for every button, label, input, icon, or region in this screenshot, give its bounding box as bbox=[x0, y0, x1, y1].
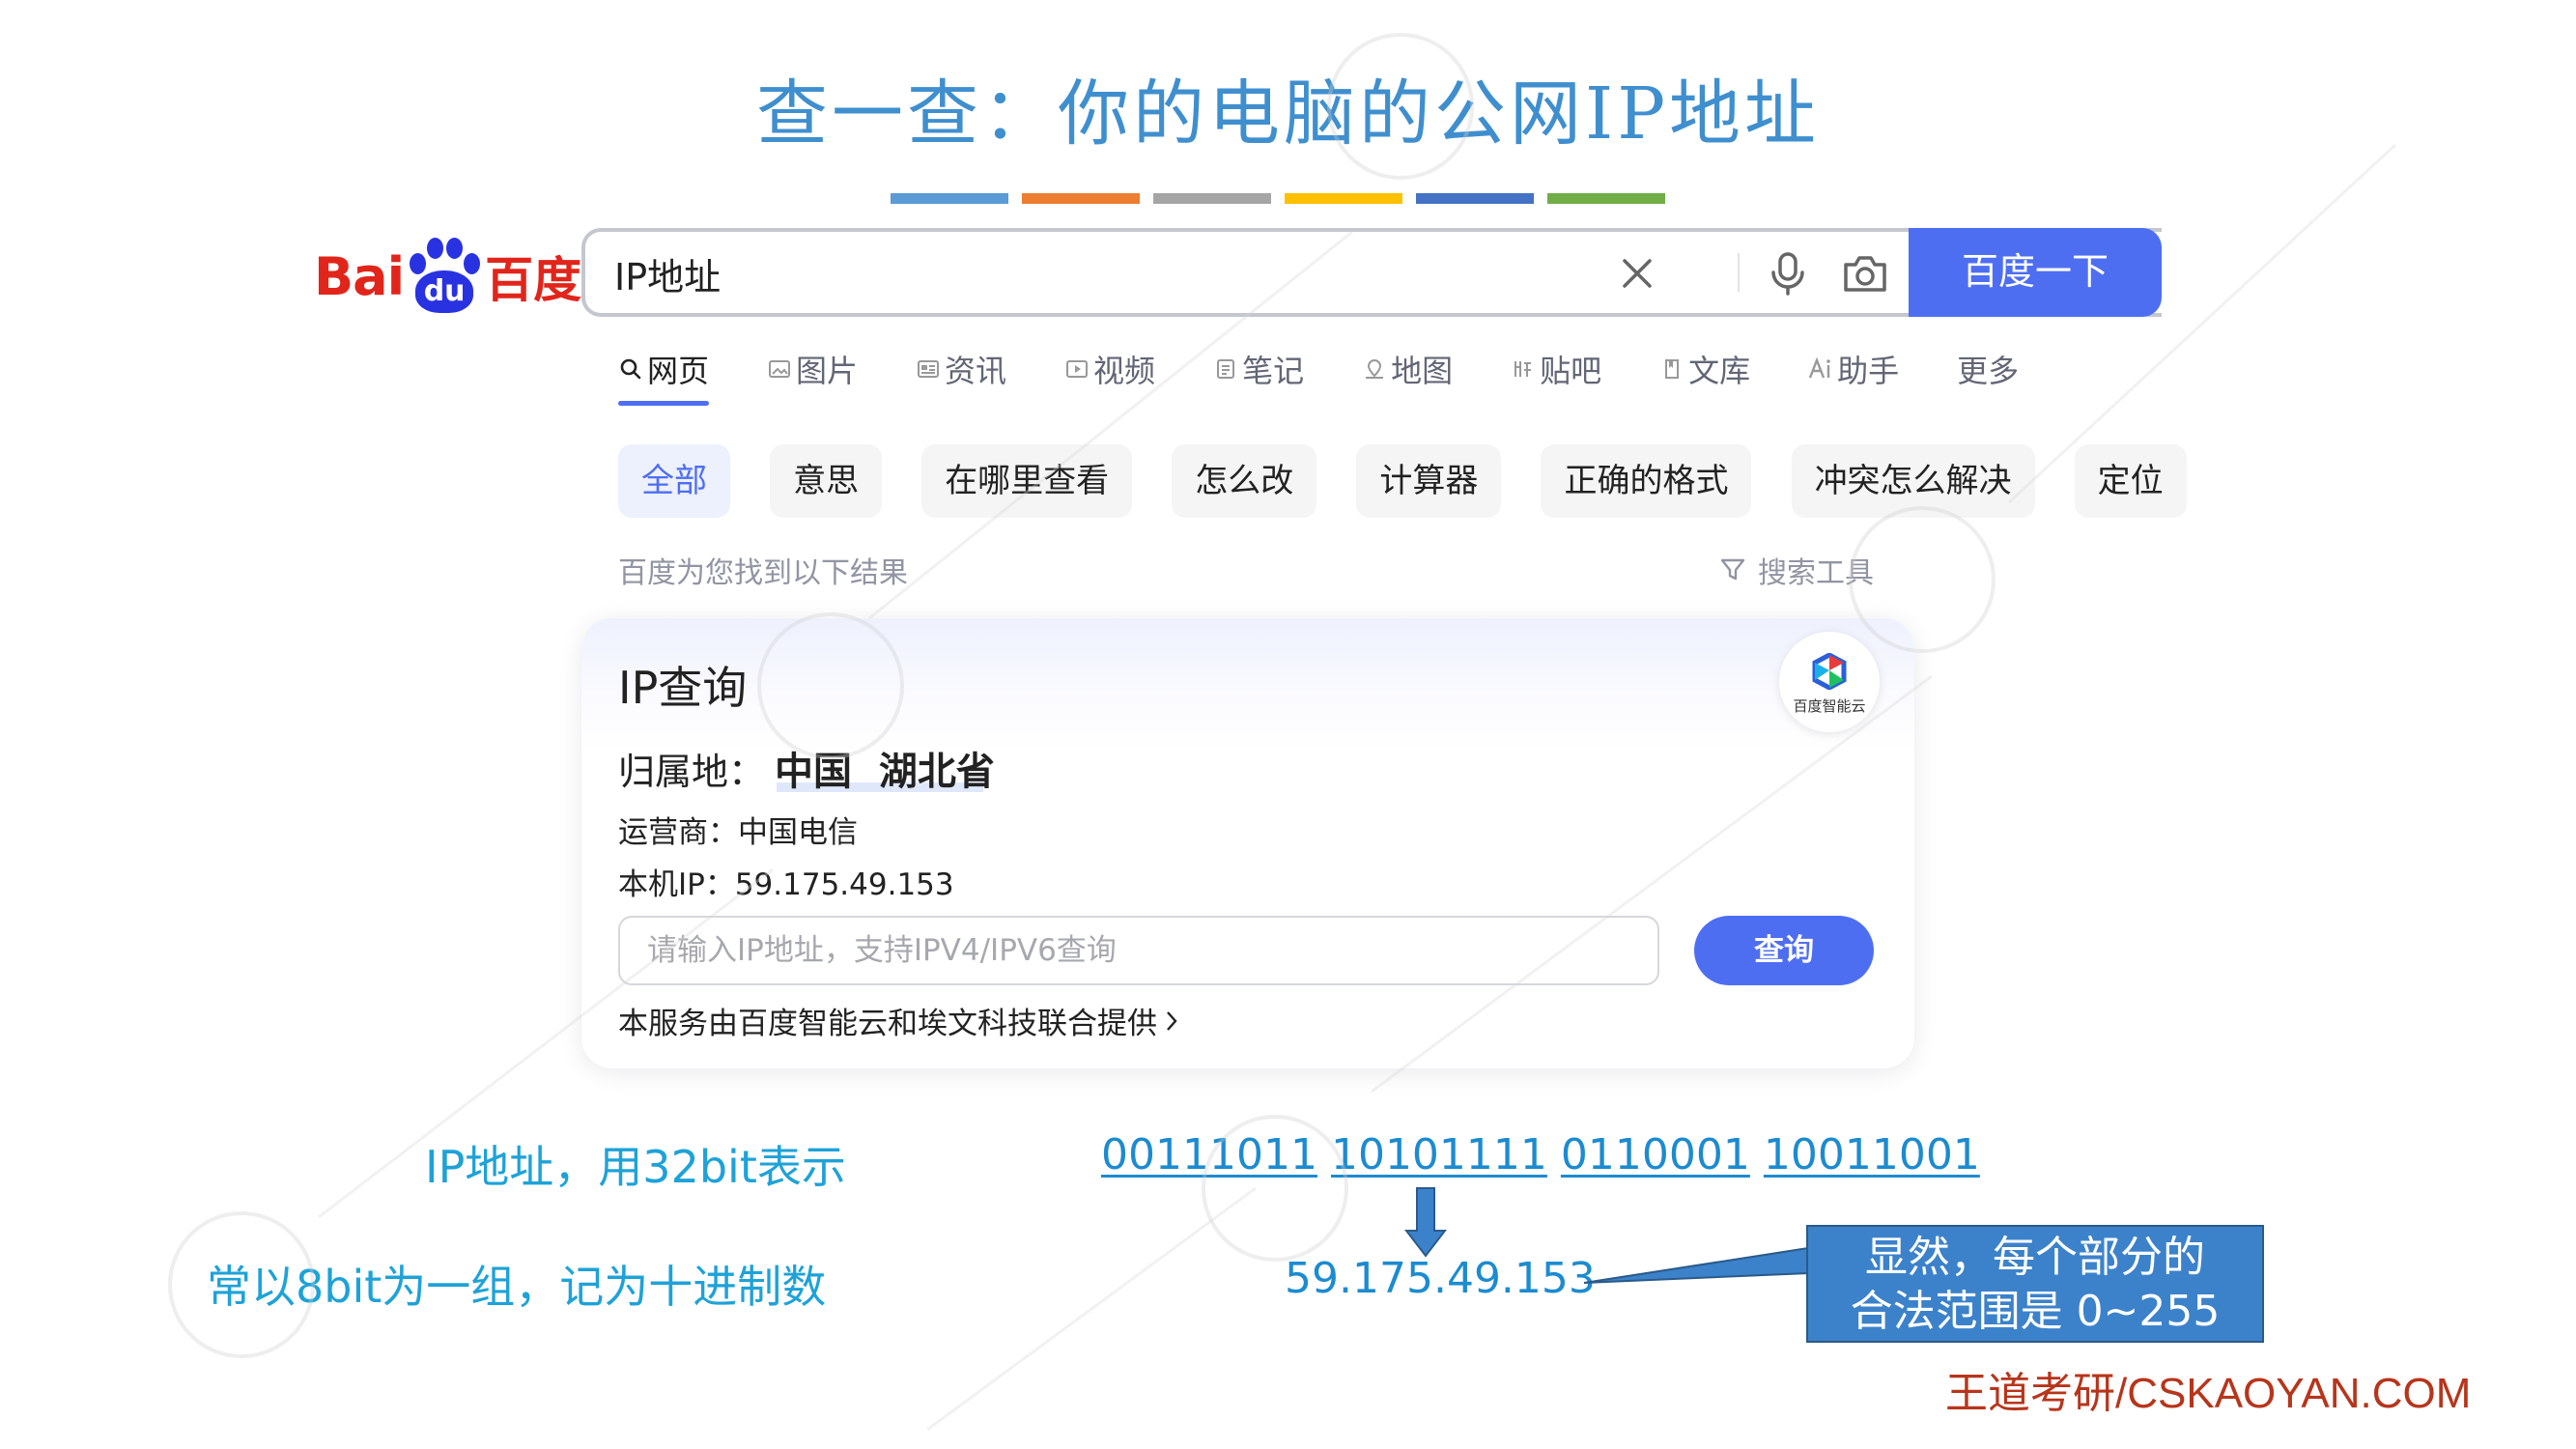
microphone-icon[interactable] bbox=[1764, 249, 1812, 298]
tab-label: 网页 bbox=[647, 353, 710, 389]
range-callout: 显然，每个部分的 合法范围是 0~255 bbox=[1806, 1225, 2264, 1343]
down-arrow-icon bbox=[1404, 1187, 1447, 1258]
tab-notes[interactable]: 笔记 bbox=[1213, 346, 1304, 392]
tab-images[interactable]: 图片 bbox=[767, 346, 858, 392]
tab-map[interactable]: 地图 bbox=[1362, 346, 1453, 392]
tab-assistant[interactable]: 助手 bbox=[1808, 346, 1899, 392]
callout-line1: 显然，每个部分的 bbox=[1865, 1233, 2205, 1282]
tab-video[interactable]: 视频 bbox=[1064, 346, 1155, 392]
accent-bar bbox=[1022, 193, 1140, 204]
binary-octet: 10101111 bbox=[1330, 1130, 1547, 1179]
accent-bar bbox=[1416, 193, 1534, 204]
note-icon bbox=[1213, 356, 1238, 382]
accent-bar bbox=[1547, 193, 1665, 204]
tab-web[interactable]: 网页 bbox=[618, 346, 710, 406]
accent-bar bbox=[1285, 193, 1402, 204]
search-divider bbox=[1738, 253, 1740, 292]
logo-bai: Bai bbox=[314, 245, 405, 307]
accent-bar bbox=[1153, 193, 1271, 204]
binary-octet: 10011001 bbox=[1763, 1130, 1980, 1179]
baidu-logo[interactable]: Bai du 百度 bbox=[314, 236, 581, 317]
search-icon bbox=[618, 356, 643, 382]
tab-label: 地图 bbox=[1391, 353, 1454, 389]
paw-icon: du bbox=[406, 236, 483, 317]
search-button[interactable]: 百度一下 bbox=[1909, 228, 2162, 317]
tab-tieba[interactable]: 贴吧 bbox=[1511, 346, 1601, 392]
close-icon[interactable] bbox=[1613, 249, 1661, 298]
tab-label: 视频 bbox=[1093, 353, 1156, 389]
doc-icon bbox=[1659, 356, 1684, 382]
result-count: 百度为您找到以下结果 bbox=[618, 556, 908, 590]
query-button[interactable]: 查询 bbox=[1694, 916, 1874, 985]
tab-label: 资讯 bbox=[945, 353, 1007, 389]
card-header-glow bbox=[581, 618, 1914, 753]
accent-bar bbox=[891, 193, 1008, 204]
ip-query-card: IP查询 百度智能云 归属地： 中国 湖北省 运营商：中国电信 本机IP：59.… bbox=[581, 618, 1914, 1068]
binary-octet: 00111011 bbox=[1101, 1130, 1317, 1179]
provider-link[interactable]: 本服务由百度智能云和埃文科技联合提供 bbox=[618, 999, 1178, 1042]
camera-icon[interactable] bbox=[1841, 249, 1889, 298]
tab-more[interactable]: 更多 bbox=[1957, 346, 2019, 392]
chevron-right-icon bbox=[1165, 1009, 1178, 1033]
tab-label: 文库 bbox=[1688, 353, 1751, 389]
tab-label: 更多 bbox=[1957, 353, 2020, 389]
chip[interactable]: 计算器 bbox=[1356, 444, 1502, 518]
news-icon bbox=[916, 356, 941, 382]
brand-footer: 王道考研/CSKAOYAN.COM bbox=[1945, 1370, 2472, 1417]
note-groups: 常以8bit为一组，记为十进制数 bbox=[207, 1261, 827, 1313]
video-icon bbox=[1064, 356, 1090, 382]
slide-title: 查一查：你的电脑的公网IP地址 bbox=[755, 72, 1821, 156]
image-icon bbox=[767, 356, 792, 382]
ip-query-input[interactable] bbox=[618, 916, 1659, 985]
provider-text: 本服务由百度智能云和埃文科技联合提供 bbox=[618, 1007, 1157, 1041]
accent-bars bbox=[891, 193, 1665, 204]
location-value: 中国 湖北省 bbox=[775, 750, 995, 794]
suggestion-chips: 全部 意思 在哪里查看 怎么改 计算器 正确的格式 冲突怎么解决 定位 m bbox=[618, 444, 2188, 518]
nav-tabs: 网页 图片 资讯 视频 笔记 地图 贴吧 文库 助手 更多 bbox=[618, 346, 2077, 406]
tab-news[interactable]: 资讯 bbox=[916, 346, 1006, 392]
chip[interactable]: 正确的格式 bbox=[1541, 444, 1752, 518]
chip-all[interactable]: 全部 bbox=[618, 444, 730, 518]
tab-label: 助手 bbox=[1837, 353, 1900, 389]
search-query: IP地址 bbox=[614, 256, 722, 298]
search-tools-button[interactable]: 搜索工具 bbox=[1719, 549, 1874, 591]
chip[interactable]: 意思 bbox=[770, 444, 883, 518]
baidu-cloud-logo[interactable]: 百度智能云 bbox=[1779, 632, 1880, 732]
isp-text: 运营商：中国电信 bbox=[618, 815, 858, 850]
binary-ip: 00111011 10101111 0110001 10011001 bbox=[1101, 1130, 1980, 1179]
map-icon bbox=[1362, 356, 1387, 382]
chip[interactable]: 怎么改 bbox=[1172, 444, 1317, 518]
active-tab-underline bbox=[618, 401, 710, 406]
tab-wenku[interactable]: 文库 bbox=[1659, 346, 1750, 392]
tab-label: 图片 bbox=[796, 353, 859, 389]
filter-icon bbox=[1719, 556, 1746, 583]
chip[interactable]: 在哪里查看 bbox=[921, 444, 1133, 518]
logo-cn: 百度 bbox=[485, 252, 582, 308]
search-tools-label: 搜索工具 bbox=[1758, 556, 1874, 590]
location-label: 归属地： bbox=[618, 751, 766, 793]
tab-label: 笔记 bbox=[1242, 353, 1305, 389]
cloud-logo-text: 百度智能云 bbox=[1793, 697, 1866, 715]
card-title[interactable]: IP查询 bbox=[618, 653, 747, 717]
decimal-ip: 59.175.49.153 bbox=[1285, 1254, 1596, 1303]
tieba-icon bbox=[1511, 356, 1536, 382]
cloud-logo-icon bbox=[1812, 653, 1847, 690]
binary-octet: 0110001 bbox=[1560, 1130, 1750, 1179]
tab-label: 贴吧 bbox=[1540, 353, 1602, 389]
note-ip-bits: IP地址，用32bit表示 bbox=[425, 1141, 846, 1193]
my-ip-text: 本机IP：59.175.49.153 bbox=[618, 867, 954, 902]
logo-du: du bbox=[415, 270, 474, 313]
callout-line2: 合法范围是 0~255 bbox=[1850, 1287, 2221, 1336]
chip[interactable]: 冲突怎么解决 bbox=[1791, 444, 2035, 518]
ai-icon bbox=[1808, 356, 1833, 382]
chip[interactable]: 定位 bbox=[2074, 444, 2187, 518]
